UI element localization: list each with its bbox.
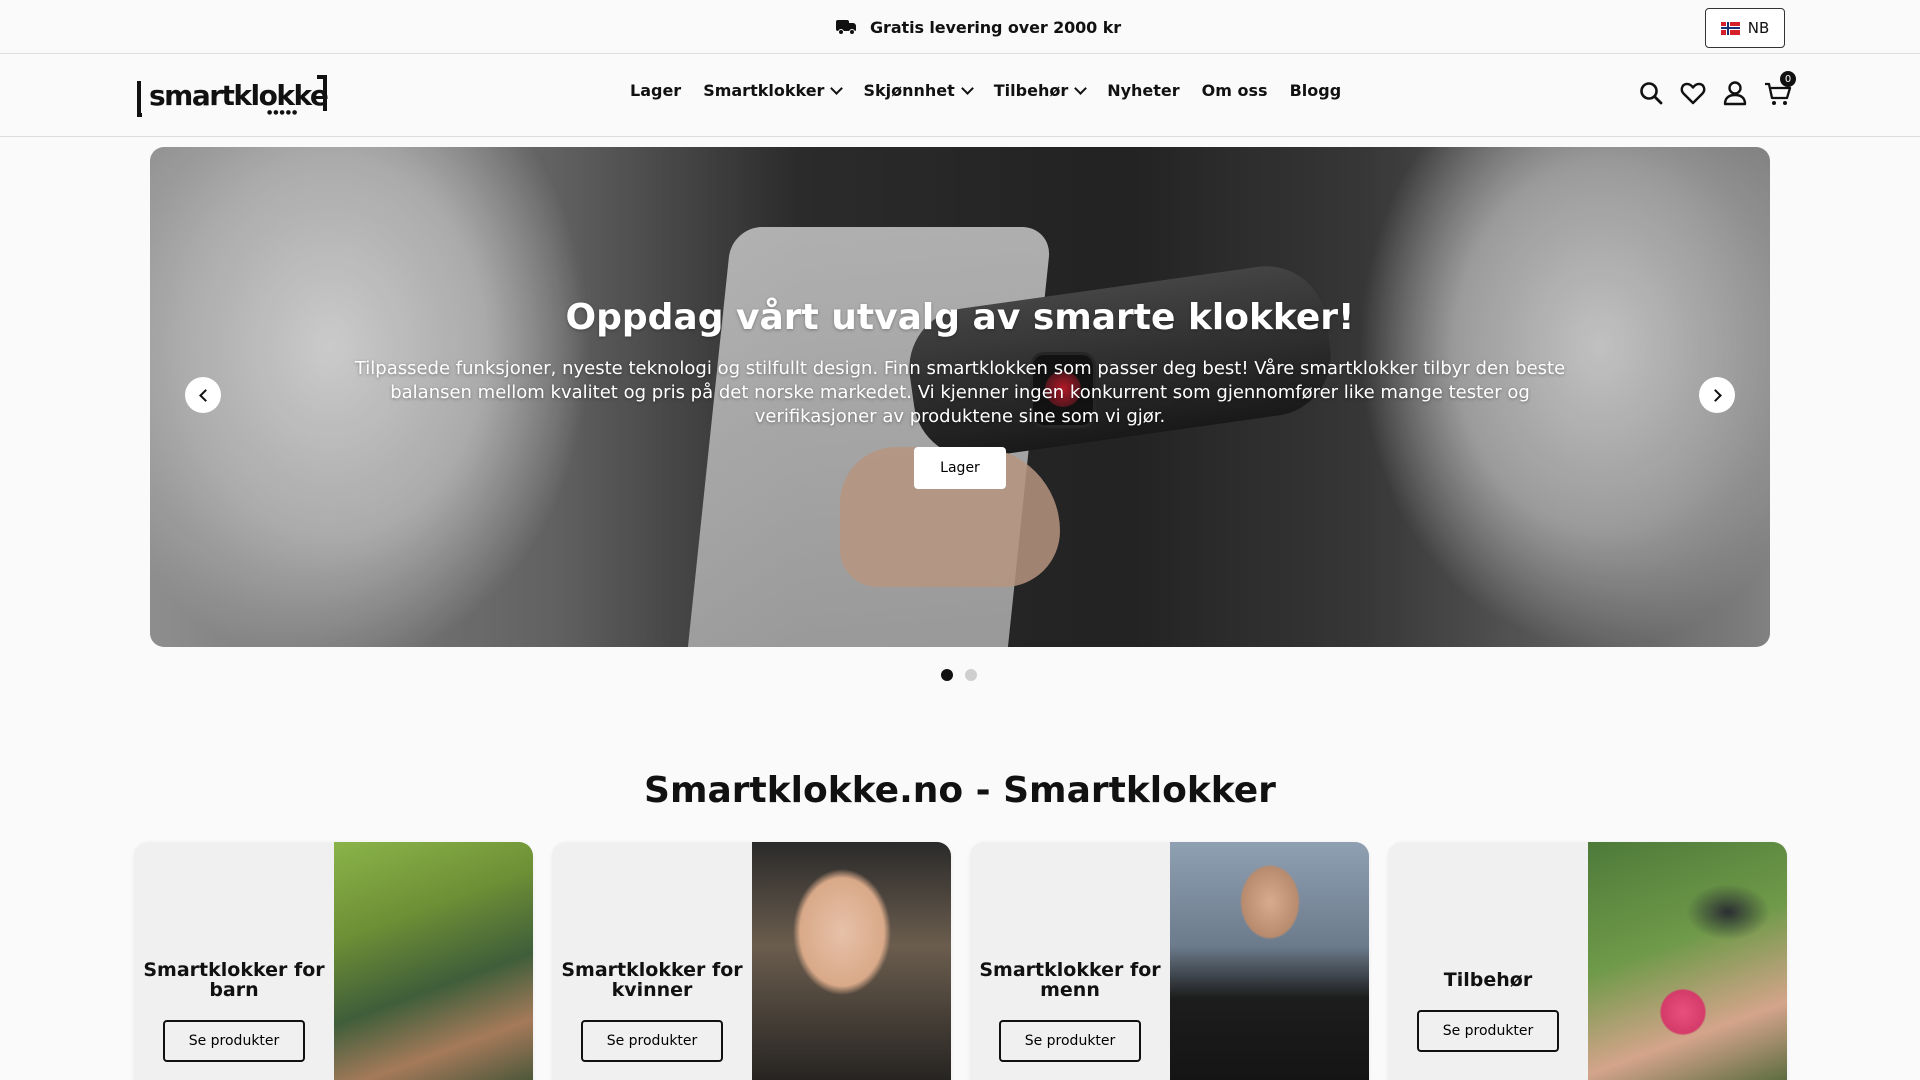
see-products-button[interactable]: Se produkter: [581, 1020, 723, 1062]
see-products-button[interactable]: Se produkter: [1417, 1010, 1559, 1052]
nav-item-smartklokker[interactable]: Smartklokker: [703, 81, 844, 100]
see-products-button[interactable]: Se produkter: [163, 1020, 305, 1062]
category-card-menn[interactable]: Smartklokker for menn Se produkter: [970, 842, 1369, 1080]
category-cards: Smartklokker for barn Se produkter Smart…: [134, 842, 1787, 1080]
card-title: Smartklokker for menn: [979, 959, 1161, 1001]
cart-count-badge: 0: [1780, 71, 1796, 87]
promo-text: Gratis levering over 2000 kr: [870, 17, 1122, 37]
card-image-men: [1170, 842, 1369, 1080]
site-logo[interactable]: smartklokke ●●●●●: [137, 75, 329, 117]
see-products-button[interactable]: Se produkter: [999, 1020, 1141, 1062]
card-image-women: [752, 842, 951, 1080]
nav-item-nyheter[interactable]: Nyheter: [1107, 81, 1179, 100]
hero-carousel: Oppdag vårt utvalg av smarte klokker! Ti…: [150, 147, 1770, 647]
nav-item-tilbehor[interactable]: Tilbehør: [994, 81, 1088, 100]
language-label: NB: [1747, 19, 1770, 37]
carousel-next-button[interactable]: [1699, 377, 1735, 413]
user-icon[interactable]: [1722, 79, 1748, 107]
site-header: smartklokke ●●●●● Lager Smartklokker Skj…: [0, 55, 1920, 137]
hero-cta-button[interactable]: Lager: [914, 447, 1006, 489]
heart-icon[interactable]: [1680, 79, 1706, 107]
nav-item-om-oss[interactable]: Om oss: [1202, 81, 1268, 100]
card-title: Tilbehør: [1443, 969, 1533, 991]
main-nav: Lager Smartklokker Skjønnhet Tilbehør Ny…: [630, 81, 1341, 100]
card-title: Smartklokker for kvinner: [561, 959, 743, 1001]
category-card-kvinner[interactable]: Smartklokker for kvinner Se produkter: [552, 842, 951, 1080]
truck-icon: [836, 19, 856, 35]
category-card-barn[interactable]: Smartklokker for barn Se produkter: [134, 842, 533, 1080]
nav-item-blogg[interactable]: Blogg: [1290, 81, 1342, 100]
category-card-tilbehor[interactable]: Tilbehør Se produkter: [1388, 842, 1787, 1080]
carousel-dot-2[interactable]: [965, 669, 977, 681]
free-shipping-promo: Gratis levering over 2000 kr: [836, 15, 1121, 39]
search-icon[interactable]: [1638, 79, 1664, 107]
chevron-right-icon: [1708, 388, 1722, 402]
announcement-bar: Gratis levering over 2000 kr NB: [0, 0, 1920, 54]
carousel-pagination: [941, 669, 977, 681]
chevron-down-icon: [1074, 82, 1088, 95]
hero-description: Tilpassede funksjoner, nyeste teknologi …: [354, 358, 1566, 427]
hero-title: Oppdag vårt utvalg av smarte klokker!: [565, 297, 1355, 338]
section-title: Smartklokke.no - Smartklokker: [644, 770, 1276, 811]
card-title: Smartklokker for barn: [143, 959, 325, 1001]
card-image-accessories: [1588, 842, 1787, 1080]
norway-flag-icon: [1720, 21, 1740, 35]
chevron-down-icon: [960, 82, 974, 95]
cart-icon[interactable]: 0: [1764, 71, 1796, 107]
logo-text: smartklokke: [149, 79, 329, 112]
chevron-left-icon: [198, 388, 212, 402]
card-image-kids: [334, 842, 533, 1080]
nav-item-skjonnhet[interactable]: Skjønnhet: [863, 81, 974, 100]
carousel-dot-1[interactable]: [941, 669, 953, 681]
nav-item-lager[interactable]: Lager: [630, 81, 681, 100]
carousel-prev-button[interactable]: [185, 377, 221, 413]
language-selector[interactable]: NB: [1705, 8, 1785, 48]
header-actions: 0: [1638, 71, 1796, 107]
chevron-down-icon: [830, 82, 844, 95]
